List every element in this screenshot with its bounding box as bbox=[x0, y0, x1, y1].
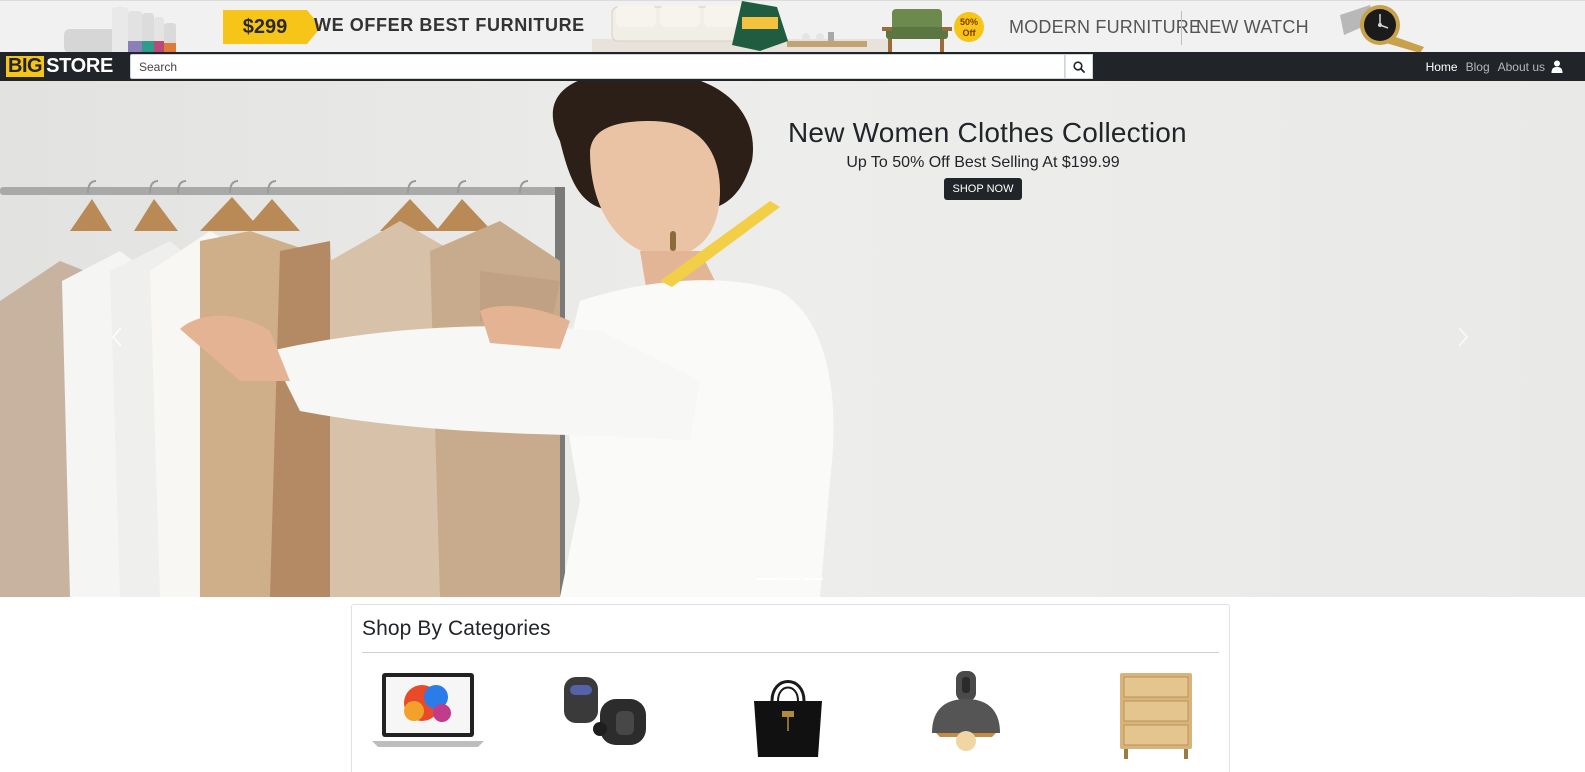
nav-link-about-us[interactable]: About us bbox=[1498, 60, 1545, 74]
watch-image bbox=[1340, 5, 1424, 52]
search-input[interactable] bbox=[130, 54, 1065, 79]
hero-carousel[interactable]: New Women Clothes Collection Up To 50% O… bbox=[0, 81, 1585, 597]
promo-divider bbox=[1181, 11, 1182, 45]
tagline-modern-furniture: MODERN FURNITURE bbox=[1009, 17, 1202, 37]
tagline-new-watch: NEW WATCH bbox=[1196, 17, 1309, 37]
sofa-image bbox=[592, 1, 892, 52]
search-icon bbox=[1073, 60, 1085, 73]
nav-link-home[interactable]: Home bbox=[1426, 60, 1458, 74]
laptop-icon bbox=[372, 673, 484, 747]
category-item-earbuds[interactable] bbox=[546, 671, 706, 771]
drawer-cabinet-icon bbox=[1120, 673, 1192, 759]
categories-section: Shop By Categories bbox=[351, 604, 1230, 772]
site-logo[interactable]: BIG STORE bbox=[6, 56, 113, 77]
nav-link-blog[interactable]: Blog bbox=[1466, 60, 1490, 74]
pendant-lamp-icon bbox=[932, 671, 1000, 751]
shop-now-button[interactable]: SHOP NOW bbox=[943, 178, 1023, 200]
handbag-icon bbox=[754, 680, 822, 757]
nav-links: Home Blog About us bbox=[1418, 52, 1563, 81]
category-item-lamp[interactable] bbox=[906, 671, 1066, 771]
search-button[interactable] bbox=[1065, 54, 1093, 79]
categories-divider bbox=[362, 652, 1219, 653]
hero-caption: New Women Clothes Collection Up To 50% O… bbox=[788, 117, 1187, 200]
category-item-cabinet[interactable] bbox=[1086, 671, 1246, 771]
discount-badge: 50% Off bbox=[954, 12, 984, 42]
logo-store: STORE bbox=[46, 55, 114, 77]
carousel-indicators bbox=[757, 578, 826, 580]
carousel-indicator[interactable] bbox=[803, 578, 823, 580]
user-icon[interactable] bbox=[1551, 60, 1563, 74]
carousel-next-button[interactable] bbox=[1448, 317, 1478, 357]
navbar: BIG STORE Home Blog About us bbox=[0, 52, 1585, 81]
category-item-laptop[interactable] bbox=[366, 671, 526, 771]
promo-headline: WE OFFER BEST FURNITURE bbox=[314, 15, 585, 35]
chevron-left-icon bbox=[111, 327, 122, 347]
price-text: $299 bbox=[242, 16, 288, 38]
price-tag: $299 bbox=[223, 10, 321, 44]
discount-off: Off bbox=[962, 28, 976, 38]
category-item-handbag[interactable] bbox=[726, 671, 886, 771]
categories-title: Shop By Categories bbox=[362, 617, 551, 640]
earbuds-icon bbox=[564, 677, 646, 745]
logo-big: BIG bbox=[6, 55, 45, 77]
promo-banner[interactable]: $299 WE OFFER BEST FURNITURE 50% Off MOD… bbox=[0, 0, 1585, 52]
vases-image bbox=[64, 7, 176, 52]
hero-subtitle: Up To 50% Off Best Selling At $199.99 bbox=[846, 154, 1120, 171]
chevron-right-icon bbox=[1458, 327, 1469, 347]
discount-percent: 50% bbox=[959, 17, 978, 27]
carousel-indicator[interactable] bbox=[780, 578, 800, 580]
carousel-indicator[interactable] bbox=[757, 578, 777, 580]
carousel-prev-button[interactable] bbox=[102, 317, 132, 357]
hero-title: New Women Clothes Collection bbox=[788, 117, 1187, 148]
